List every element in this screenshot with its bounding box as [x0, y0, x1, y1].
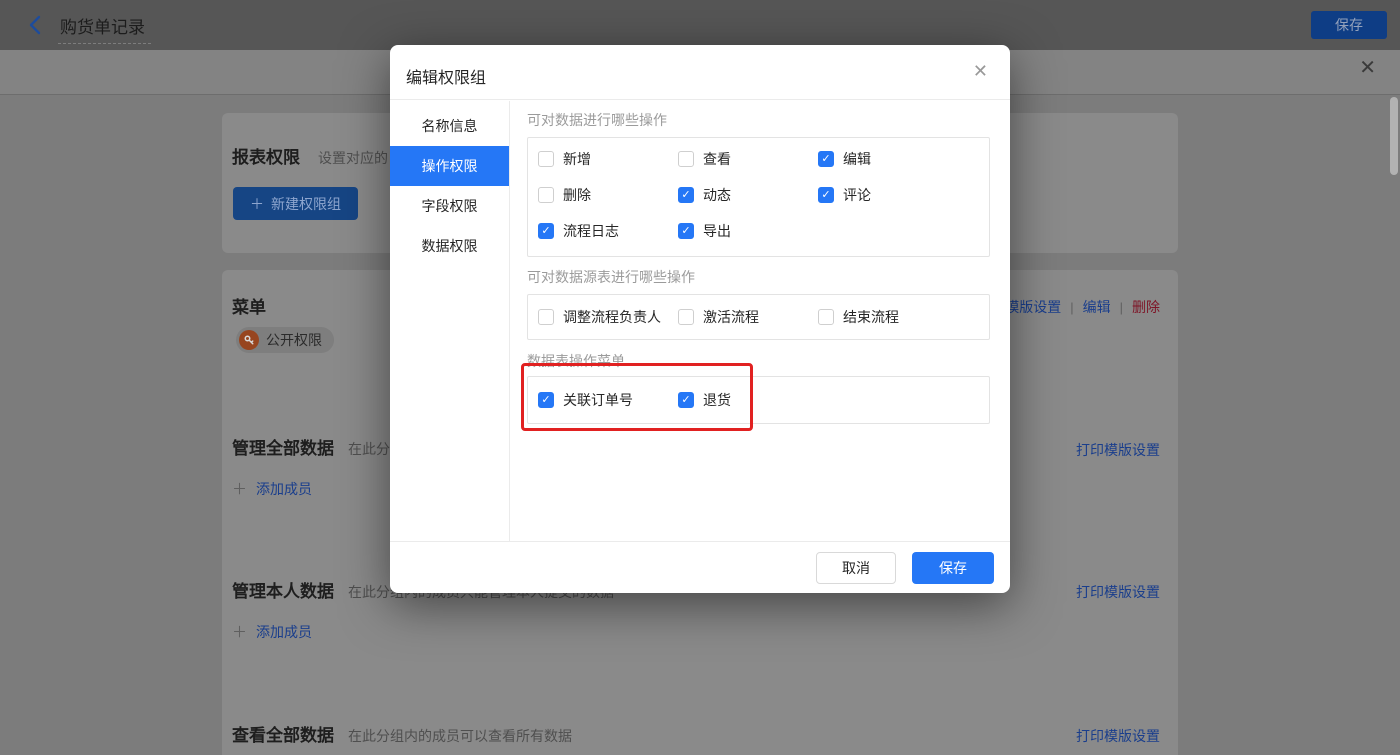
checkbox-icon[interactable]: ✓: [538, 151, 554, 167]
checkbox-create[interactable]: ✓ 新增: [538, 151, 678, 167]
add-member-label: 添加成员: [256, 480, 313, 497]
new-permission-group-label: 新建权限组: [271, 195, 341, 212]
dialog-footer: 取消 保存: [390, 541, 1010, 593]
topbar-save-button[interactable]: 保存: [1311, 11, 1387, 39]
add-member-button[interactable]: ＋ 添加成员: [232, 621, 312, 642]
section-label-table-action-menu: 数据表操作菜单: [527, 353, 625, 369]
page-title[interactable]: 购货单记录: [58, 13, 151, 44]
tab-name-info[interactable]: 名称信息: [390, 106, 509, 146]
back-icon[interactable]: [26, 15, 44, 35]
menu-section-title: 菜单: [232, 298, 266, 317]
print-template-settings-link[interactable]: 打印模版设置: [1076, 726, 1160, 746]
key-icon: [239, 330, 259, 350]
checkbox-adjust-process-owner[interactable]: ✓ 调整流程负责人: [538, 309, 678, 325]
close-icon[interactable]: ✕: [973, 62, 988, 80]
checkbox-export[interactable]: ✓ 导出: [678, 223, 818, 239]
section-label-data-operations: 可对数据进行哪些操作: [527, 112, 667, 128]
tab-data-permission[interactable]: 数据权限: [390, 226, 509, 266]
section-box-data-operations: ✓ 新增 ✓ 查看 ✓ 编辑 ✓ 删除 ✓ 动态: [527, 137, 990, 257]
checkbox-process-log[interactable]: ✓ 流程日志: [538, 223, 678, 239]
checkbox-icon[interactable]: ✓: [818, 187, 834, 203]
check-icon: ✓: [681, 188, 691, 201]
plus-icon: ＋: [250, 195, 264, 212]
checkbox-icon[interactable]: ✓: [818, 151, 834, 167]
edit-permission-group-dialog: 编辑权限组 ✕ 名称信息 操作权限 字段权限 数据权限 可对数据进行哪些操作 ✓…: [390, 45, 1010, 593]
checkbox-icon[interactable]: ✓: [538, 309, 554, 325]
section-box-datasource-operations: ✓ 调整流程负责人 ✓ 激活流程 ✓ 结束流程: [527, 294, 990, 340]
checkbox-view[interactable]: ✓ 查看: [678, 151, 818, 167]
dialog-header: 编辑权限组 ✕: [390, 45, 1010, 100]
print-template-settings-link[interactable]: 打印模版设置: [1076, 582, 1160, 602]
new-permission-group-button[interactable]: ＋ 新建权限组: [233, 187, 358, 220]
group-title: 管理本人数据: [232, 582, 334, 601]
public-permission-tag[interactable]: 公开权限: [236, 327, 334, 353]
group-row-view-all: 查看全部数据 在此分组内的成员可以查看所有数据: [232, 721, 572, 746]
add-member-label: 添加成员: [256, 623, 313, 640]
print-template-settings-link[interactable]: 打印模版设置: [1076, 440, 1160, 460]
checkbox-icon[interactable]: ✓: [538, 223, 554, 239]
group-desc: 在此分组内的成员可以查看所有数据: [348, 728, 572, 744]
checkbox-icon[interactable]: ✓: [678, 151, 694, 167]
checkbox-return-goods[interactable]: ✓ 退货: [678, 392, 818, 408]
checkbox-activity[interactable]: ✓ 动态: [678, 187, 818, 203]
cancel-button[interactable]: 取消: [816, 551, 896, 584]
save-button[interactable]: 保存: [912, 551, 994, 584]
close-icon[interactable]: ✕: [1359, 58, 1376, 78]
scrollbar-thumb[interactable]: [1390, 97, 1398, 175]
checkbox-comment[interactable]: ✓ 评论: [818, 187, 958, 203]
tab-operation-permission[interactable]: 操作权限: [390, 146, 509, 186]
section-label-datasource-operations: 可对数据源表进行哪些操作: [527, 269, 695, 285]
checkbox-icon[interactable]: ✓: [678, 187, 694, 203]
check-icon: ✓: [541, 393, 551, 406]
checkbox-edit[interactable]: ✓ 编辑: [818, 151, 958, 167]
tab-field-permission[interactable]: 字段权限: [390, 186, 509, 226]
topbar: 购货单记录 保存: [0, 0, 1400, 50]
checkbox-icon[interactable]: ✓: [678, 309, 694, 325]
public-permission-label: 公开权限: [266, 332, 322, 348]
report-permission-title: 报表权限: [232, 148, 300, 167]
checkbox-icon[interactable]: ✓: [538, 187, 554, 203]
checkbox-delete[interactable]: ✓ 删除: [538, 187, 678, 203]
check-icon: ✓: [681, 224, 691, 237]
checkbox-icon[interactable]: ✓: [538, 392, 554, 408]
dialog-tab-sidebar: 名称信息 操作权限 字段权限 数据权限: [390, 101, 510, 541]
checkbox-icon[interactable]: ✓: [818, 309, 834, 325]
link-separator: |: [1119, 299, 1123, 315]
checkbox-activate-process[interactable]: ✓ 激活流程: [678, 309, 818, 325]
check-icon: ✓: [821, 152, 831, 165]
check-icon: ✓: [681, 393, 691, 406]
check-icon: ✓: [541, 224, 551, 237]
dialog-title: 编辑权限组: [406, 70, 487, 87]
delete-link[interactable]: 删除: [1132, 297, 1160, 317]
dialog-content: 可对数据进行哪些操作 ✓ 新增 ✓ 查看 ✓ 编辑 ✓ 删除: [510, 101, 1010, 541]
dialog-body: 名称信息 操作权限 字段权限 数据权限 可对数据进行哪些操作 ✓ 新增 ✓ 查看…: [390, 101, 1010, 541]
edit-link[interactable]: 编辑: [1083, 297, 1111, 317]
group-title: 查看全部数据: [232, 726, 334, 745]
plus-icon: ＋: [232, 481, 248, 498]
check-icon: ✓: [821, 188, 831, 201]
plus-icon: ＋: [232, 624, 248, 641]
section-box-table-action-menu: ✓ 关联订单号 ✓ 退货: [527, 376, 990, 424]
link-separator: |: [1070, 299, 1074, 315]
checkbox-link-order-number[interactable]: ✓ 关联订单号: [538, 392, 678, 408]
checkbox-end-process[interactable]: ✓ 结束流程: [818, 309, 958, 325]
screen: 购货单记录 保存 ✕ 报表权限 设置对应的「报表」的数据操作权限 ＋ 新建权限组…: [0, 0, 1400, 755]
add-member-button[interactable]: ＋ 添加成员: [232, 478, 312, 499]
group-title: 管理全部数据: [232, 439, 334, 458]
checkbox-icon[interactable]: ✓: [678, 392, 694, 408]
checkbox-icon[interactable]: ✓: [678, 223, 694, 239]
